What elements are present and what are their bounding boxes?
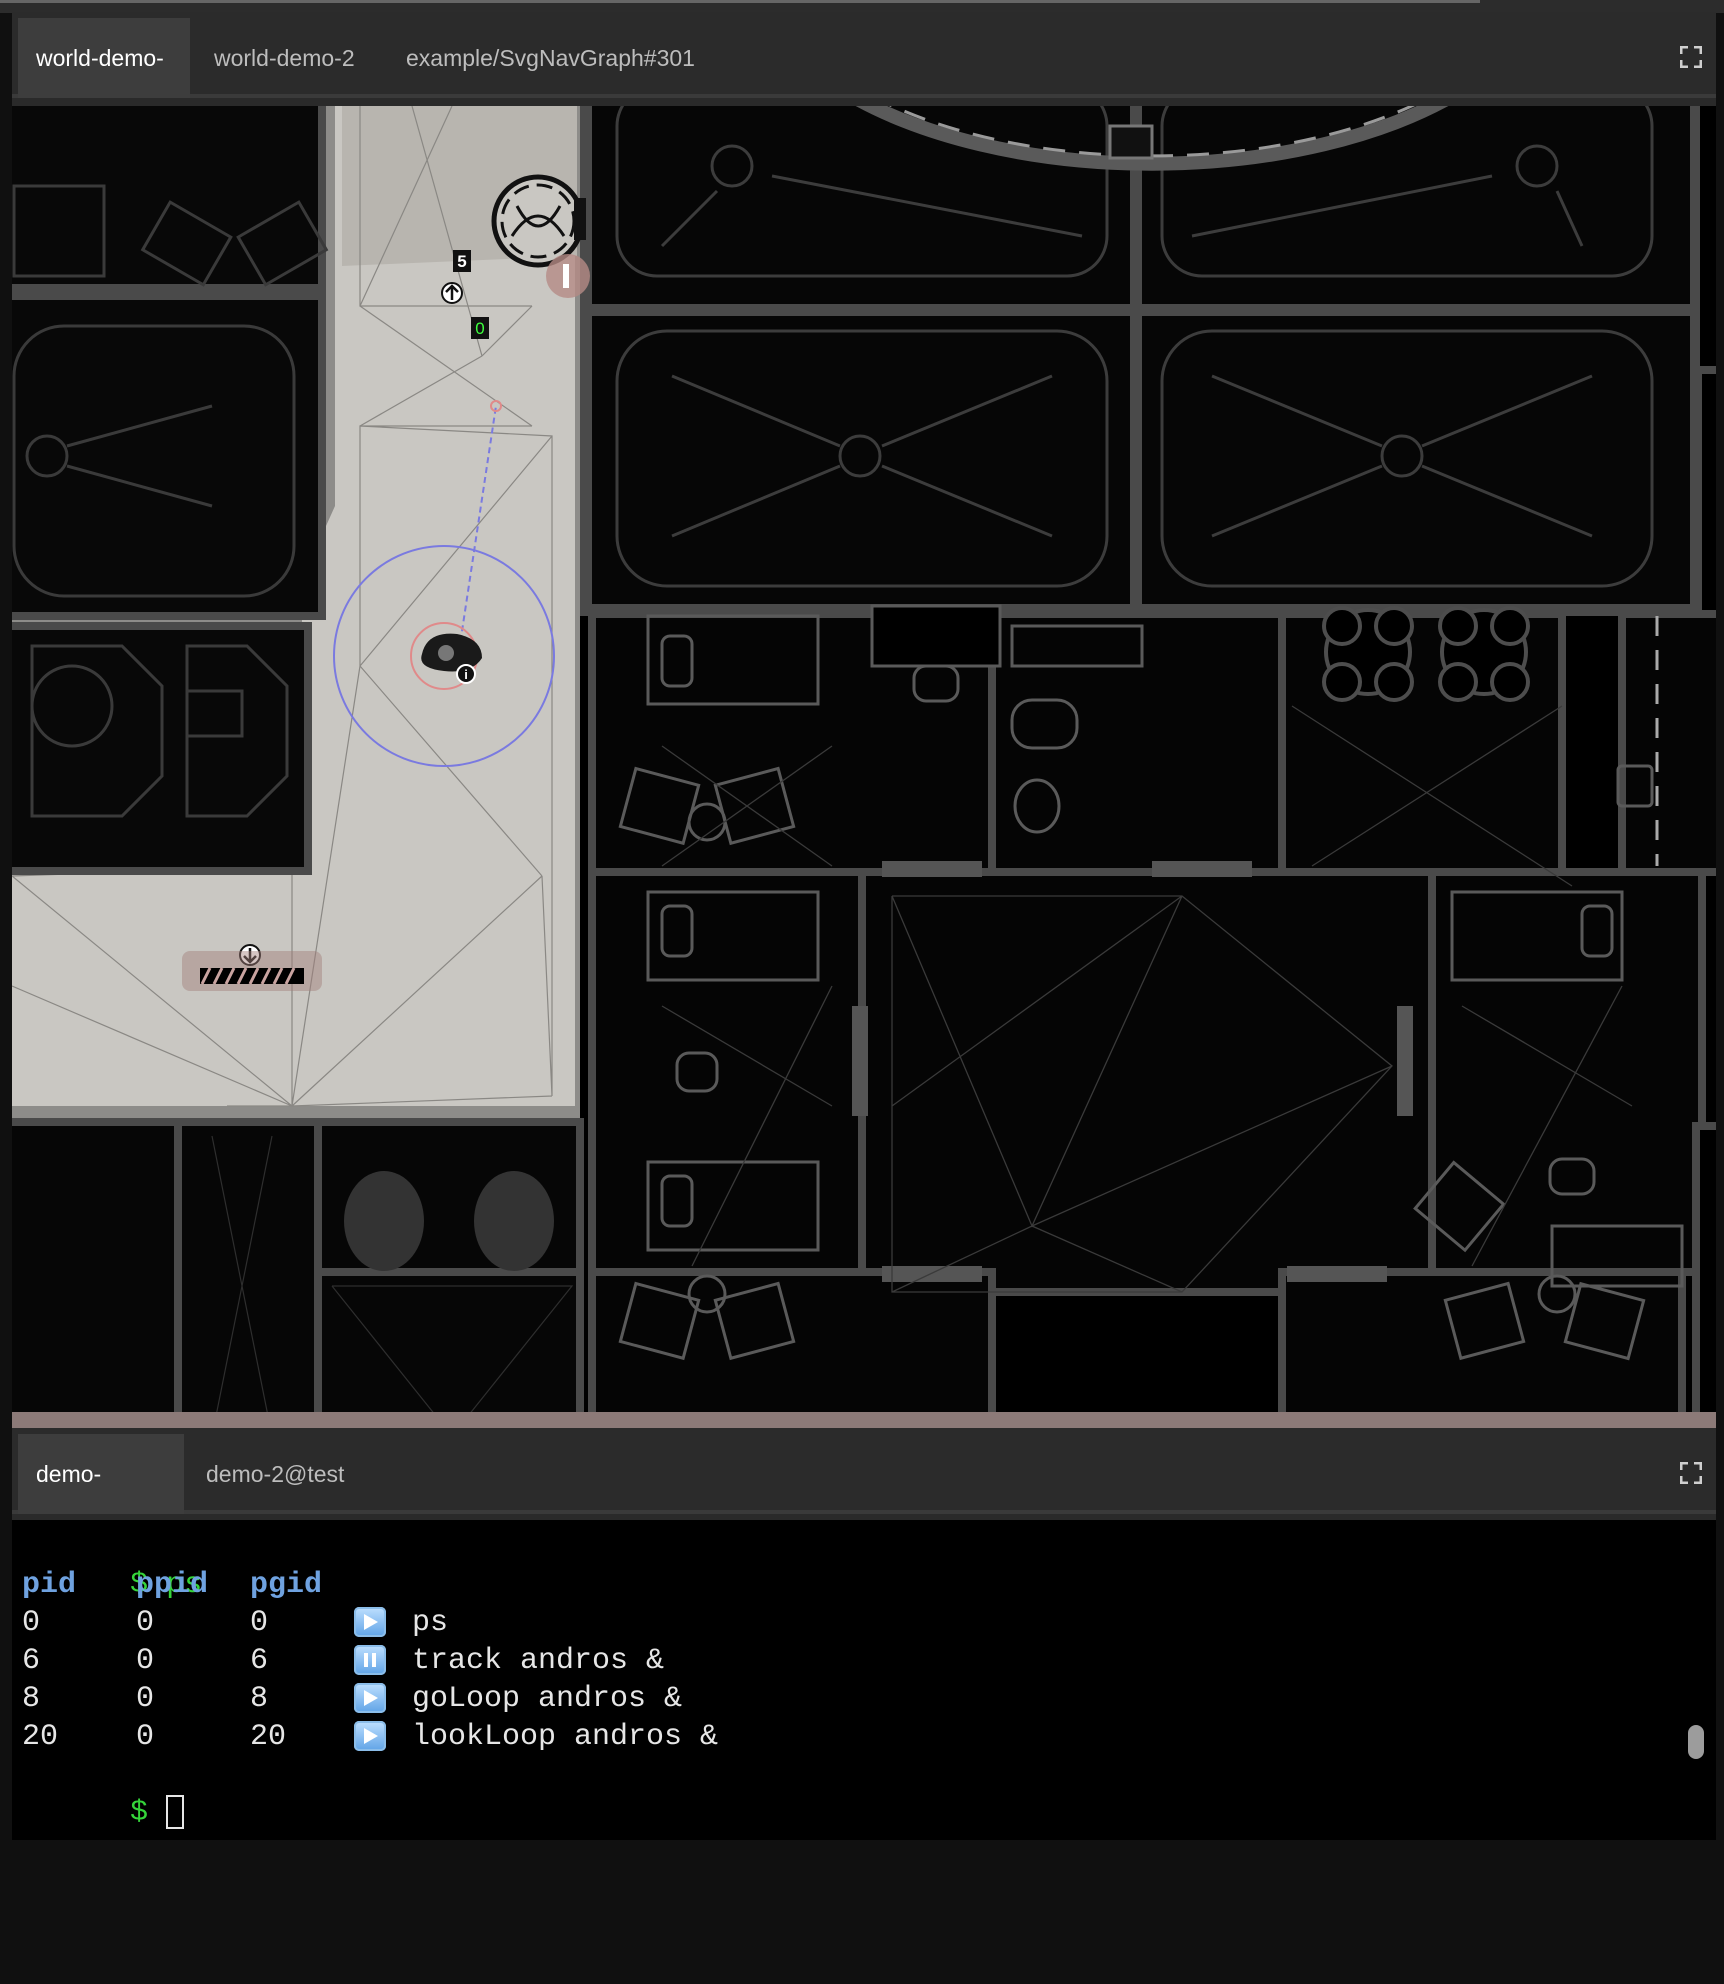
floorplan-svg: i 5 0 bbox=[12, 106, 1716, 1426]
command-cell: ps bbox=[412, 1606, 449, 1640]
ps-header-row: pid ppid pgid bbox=[22, 1566, 622, 1604]
tab-demo-1-test[interactable]: demo-1@test bbox=[18, 1434, 184, 1567]
ppid-cell: 0 bbox=[136, 1682, 155, 1716]
tab-world-demo-1[interactable]: world-demo-1 bbox=[18, 18, 190, 151]
left-upper-rooms bbox=[12, 106, 326, 875]
ppid-cell: 0 bbox=[136, 1720, 155, 1754]
world-tab-bar: world-demo-1 world-demo-2 example/SvgNav… bbox=[12, 12, 1716, 151]
node-number-badge: 0 bbox=[471, 317, 489, 339]
pgid-cell: 6 bbox=[250, 1644, 269, 1678]
expand-icon bbox=[1679, 1461, 1703, 1485]
play-icon[interactable] bbox=[354, 1607, 386, 1637]
ppid-cell: 0 bbox=[136, 1644, 155, 1678]
command-cell: track andros & bbox=[412, 1644, 665, 1678]
npc-number-badge: 5 bbox=[453, 250, 471, 272]
pid-cell: 0 bbox=[22, 1606, 41, 1640]
command-cell: lookLoop andros & bbox=[412, 1720, 719, 1754]
terminal-scrollbar[interactable] bbox=[1688, 1725, 1704, 1759]
terminal-tab-bar: demo-1@test demo-2@test bbox=[12, 1428, 1716, 1567]
ppid-cell: 0 bbox=[136, 1606, 155, 1640]
expand-icon bbox=[1679, 45, 1703, 69]
svg-text:0: 0 bbox=[475, 319, 484, 338]
header-pid: pid bbox=[22, 1568, 77, 1602]
text-cursor bbox=[166, 1795, 185, 1830]
svg-text:5: 5 bbox=[457, 252, 466, 271]
info-marker[interactable]: i bbox=[456, 664, 476, 684]
world-map[interactable]: i 5 0 bbox=[12, 106, 1716, 1426]
lower-left-rooms bbox=[12, 1118, 584, 1426]
header-pgid: pgid bbox=[250, 1568, 323, 1602]
tab-world-demo-2[interactable]: world-demo-2 bbox=[196, 18, 373, 98]
window-top-bar bbox=[0, 0, 1480, 3]
right-upper-rooms bbox=[580, 106, 1702, 616]
terminal-output[interactable]: $ ps pid ppid pgid 0 0 0 ps 6 0 6 track … bbox=[12, 1520, 1716, 1840]
command-cell: goLoop andros & bbox=[412, 1682, 683, 1716]
play-icon[interactable] bbox=[354, 1683, 386, 1713]
pgid-cell: 20 bbox=[250, 1720, 287, 1754]
process-row: 8 0 8 goLoop andros & bbox=[22, 1680, 822, 1718]
input-line[interactable]: $ bbox=[22, 1756, 185, 1830]
pid-cell: 20 bbox=[22, 1720, 59, 1754]
process-row: 20 0 20 lookLoop andros & bbox=[22, 1718, 822, 1756]
command-line: $ ps bbox=[22, 1528, 202, 1602]
pgid-cell: 0 bbox=[250, 1606, 269, 1640]
world-panel: world-demo-1 world-demo-2 example/SvgNav… bbox=[12, 12, 1716, 1426]
pgid-cell: 8 bbox=[250, 1682, 269, 1716]
terminal-panel: demo-1@test demo-2@test $ ps pid ppid pg… bbox=[12, 1428, 1716, 1840]
tab-example-svgnavgraph[interactable]: example/SvgNavGraph#301 bbox=[388, 18, 713, 98]
prompt-symbol: $ bbox=[130, 1796, 149, 1830]
svg-text:i: i bbox=[464, 667, 468, 682]
pid-cell: 8 bbox=[22, 1682, 41, 1716]
process-row: 6 0 6 track andros & bbox=[22, 1642, 822, 1680]
tab-demo-2-test[interactable]: demo-2@test bbox=[188, 1434, 362, 1514]
play-icon[interactable] bbox=[354, 1721, 386, 1751]
maximize-world-button[interactable] bbox=[1679, 45, 1703, 69]
panel-resize-handle[interactable] bbox=[12, 1412, 1716, 1428]
maximize-terminal-button[interactable] bbox=[1679, 1461, 1703, 1485]
process-row: 0 0 0 ps bbox=[22, 1604, 822, 1642]
pid-cell: 6 bbox=[22, 1644, 41, 1678]
arrow-up-icon[interactable] bbox=[441, 282, 463, 304]
stair-exit[interactable] bbox=[182, 951, 322, 991]
pause-icon[interactable] bbox=[354, 1645, 386, 1675]
header-ppid: ppid bbox=[136, 1568, 209, 1602]
